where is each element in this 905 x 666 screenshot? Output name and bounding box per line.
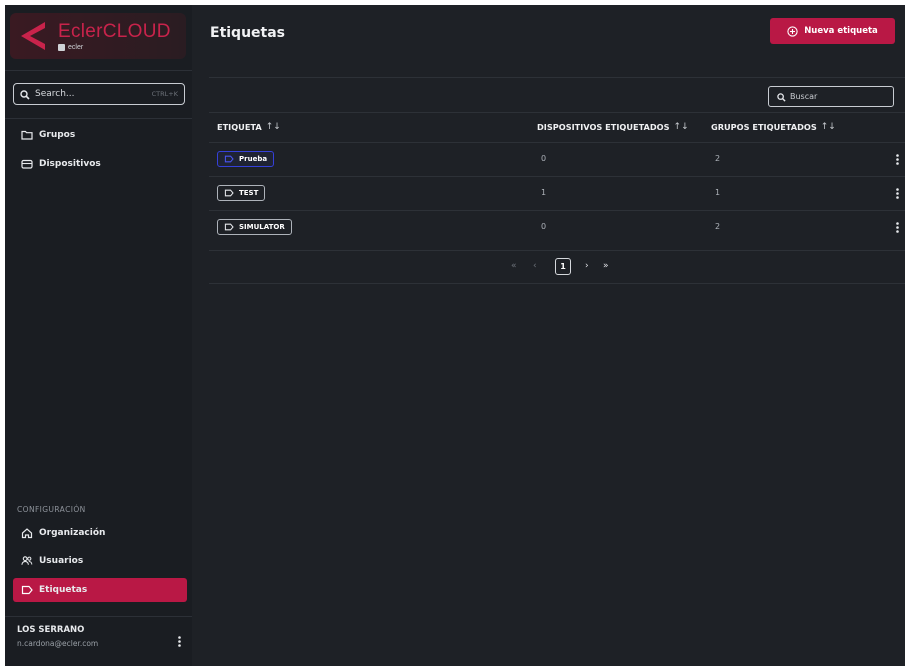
divider bbox=[209, 77, 905, 78]
column-header-etiqueta[interactable]: ETIQUETA ↑↓ bbox=[217, 122, 281, 132]
sidebar-item-grupos[interactable]: Grupos bbox=[13, 123, 187, 147]
column-header-grupos[interactable]: GRUPOS ETIQUETADOS ↑↓ bbox=[711, 122, 836, 132]
search-placeholder: Search... bbox=[35, 89, 75, 99]
tag-icon bbox=[224, 155, 234, 163]
config-section-label: CONFIGURACIÓN bbox=[17, 505, 86, 514]
page-1-button[interactable]: 1 bbox=[555, 258, 571, 275]
page-title: Etiquetas bbox=[210, 25, 286, 41]
sort-icon: ↑↓ bbox=[820, 122, 836, 132]
devices-count: 1 bbox=[541, 188, 547, 197]
plus-circle-icon bbox=[787, 25, 798, 37]
users-icon bbox=[21, 555, 33, 567]
tag-chip[interactable]: Prueba bbox=[217, 151, 275, 167]
tag-chip[interactable]: SIMULATOR bbox=[217, 219, 292, 235]
app-sub-brand: ecler bbox=[58, 43, 171, 51]
tag-chip[interactable]: TEST bbox=[217, 185, 266, 201]
sidebar-item-dispositivos[interactable]: Dispositivos bbox=[13, 152, 187, 176]
next-page-button[interactable]: › bbox=[585, 261, 589, 271]
table-row[interactable]: SIMULATOR 0 2 bbox=[209, 210, 905, 244]
sidebar-item-label: Usuarios bbox=[39, 556, 84, 566]
sidebar-item-organizacion[interactable]: Organización bbox=[13, 521, 187, 545]
row-menu-icon[interactable] bbox=[894, 187, 900, 199]
user-email: n.cardona@ecler.com bbox=[17, 639, 99, 648]
groups-count: 2 bbox=[715, 222, 721, 231]
sidebar-search-input[interactable]: Search... CTRL+K bbox=[13, 83, 185, 105]
app-window: EclerCLOUD ecler Search... CTRL+K Grupos… bbox=[5, 5, 905, 666]
divider bbox=[209, 112, 905, 113]
table-row[interactable]: Prueba 0 2 bbox=[209, 142, 905, 176]
groups-count: 1 bbox=[715, 188, 721, 197]
divider bbox=[5, 70, 192, 71]
search-shortcut: CTRL+K bbox=[151, 90, 178, 98]
table-row[interactable]: TEST 1 1 bbox=[209, 176, 905, 210]
search-placeholder: Buscar bbox=[790, 92, 818, 101]
sidebar-item-label: Organización bbox=[39, 528, 106, 538]
user-menu-icon[interactable] bbox=[175, 635, 183, 647]
new-tag-label: Nueva etiqueta bbox=[804, 26, 878, 36]
sidebar-item-label: Dispositivos bbox=[39, 159, 101, 169]
tag-icon bbox=[21, 584, 33, 596]
prev-page-button[interactable]: ‹ bbox=[533, 261, 537, 271]
search-icon bbox=[777, 87, 786, 106]
divider bbox=[5, 616, 192, 617]
sidebar-item-label: Grupos bbox=[39, 130, 76, 140]
divider bbox=[5, 118, 192, 119]
new-tag-button[interactable]: Nueva etiqueta bbox=[770, 18, 895, 44]
app-name: EclerCLOUD bbox=[58, 20, 171, 42]
sort-icon: ↑↓ bbox=[673, 122, 689, 132]
user-name: LOS SERRANO bbox=[17, 625, 85, 635]
sidebar-item-etiquetas[interactable]: Etiquetas bbox=[13, 578, 187, 602]
row-menu-icon[interactable] bbox=[894, 153, 900, 165]
sidebar-item-label: Etiquetas bbox=[39, 585, 88, 595]
sidebar: EclerCLOUD ecler Search... CTRL+K Grupos… bbox=[5, 5, 192, 666]
groups-count: 2 bbox=[715, 154, 721, 163]
devices-count: 0 bbox=[541, 222, 547, 231]
search-icon bbox=[20, 85, 30, 104]
row-menu-icon[interactable] bbox=[894, 221, 900, 233]
device-icon bbox=[21, 158, 33, 170]
first-page-button[interactable]: « bbox=[511, 261, 517, 271]
tag-search-input[interactable]: Buscar bbox=[768, 86, 894, 107]
folder-icon bbox=[21, 129, 33, 141]
user-profile[interactable]: LOS SERRANO n.cardona@ecler.com bbox=[17, 625, 187, 648]
sort-icon: ↑↓ bbox=[265, 122, 281, 132]
ecler-logo-icon bbox=[14, 17, 52, 55]
tag-icon bbox=[224, 223, 234, 231]
tag-icon bbox=[224, 189, 234, 197]
column-header-dispositivos[interactable]: DISPOSITIVOS ETIQUETADOS ↑↓ bbox=[537, 122, 689, 132]
last-page-button[interactable]: » bbox=[603, 261, 609, 271]
sidebar-item-usuarios[interactable]: Usuarios bbox=[13, 549, 187, 573]
devices-count: 0 bbox=[541, 154, 547, 163]
app-logo[interactable]: EclerCLOUD ecler bbox=[10, 13, 186, 59]
home-icon bbox=[21, 527, 33, 539]
pagination: « ‹ 1 › » bbox=[209, 250, 905, 284]
